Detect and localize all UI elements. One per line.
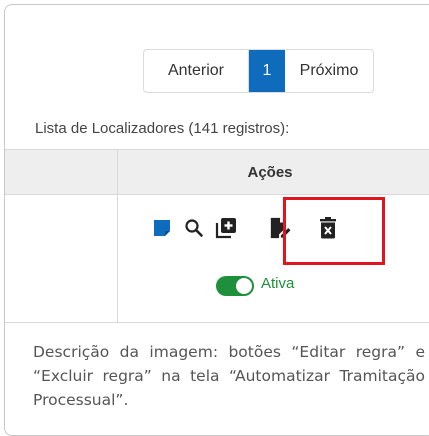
- add-box-icon[interactable]: [215, 215, 237, 241]
- column-divider: [117, 149, 118, 323]
- current-page-button[interactable]: 1: [249, 50, 285, 92]
- pagination: Anterior 1 Próximo: [143, 49, 374, 93]
- image-description: Descrição da imagem: botões “Editar regr…: [33, 343, 425, 409]
- status-toggle-label: Ativa: [261, 275, 295, 292]
- list-caption: Lista de Localizadores (141 registros):: [35, 120, 290, 137]
- row-divider: [5, 322, 429, 323]
- previous-page-button[interactable]: Anterior: [144, 50, 249, 92]
- status-toggle[interactable]: [216, 276, 254, 296]
- actions-column-header: Ações: [247, 163, 293, 181]
- toggle-knob: [236, 278, 252, 294]
- next-page-button[interactable]: Próximo: [285, 50, 373, 92]
- table-header: Ações: [5, 149, 429, 195]
- screenshot-frame: Anterior 1 Próximo Lista de Localizadore…: [4, 4, 429, 436]
- search-icon[interactable]: [183, 215, 205, 241]
- sticky-note-icon[interactable]: [151, 215, 173, 241]
- edit-delete-highlight-box: [283, 197, 385, 265]
